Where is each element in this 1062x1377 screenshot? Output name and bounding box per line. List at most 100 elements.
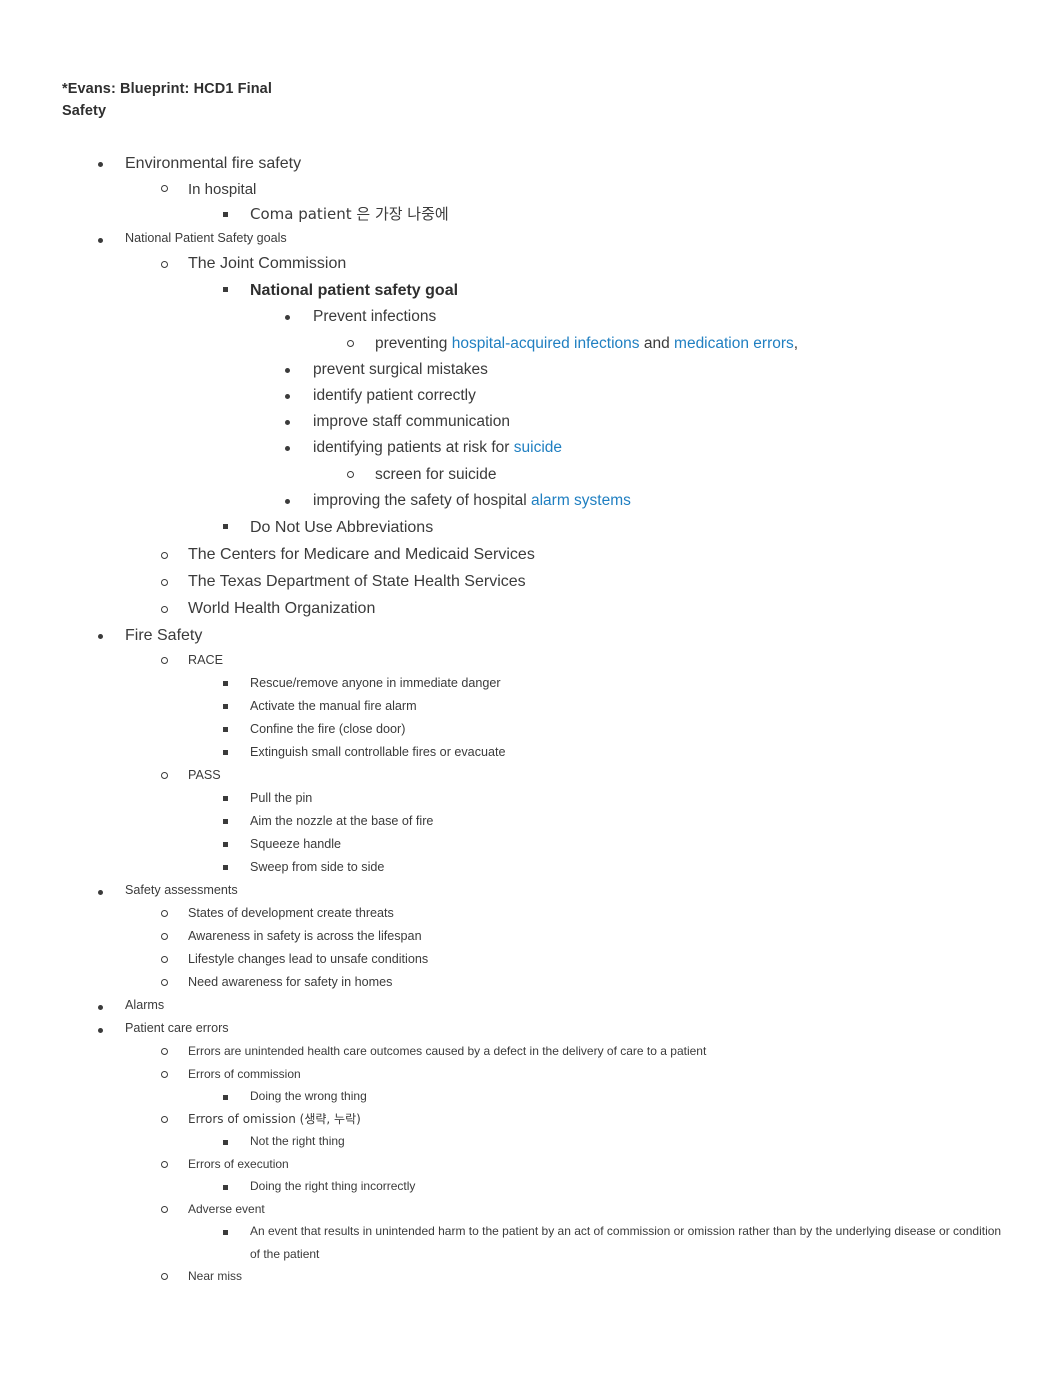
- list-item-label: Prevent infections: [313, 308, 437, 325]
- list-item: The Centers for Medicare and Medicaid Se…: [0, 541, 1062, 568]
- list-item-label: PASS: [188, 768, 221, 782]
- list-item: An event that results in unintended harm…: [0, 1220, 1062, 1265]
- bullet-square-icon: [223, 796, 228, 801]
- bullet-circle-icon: [161, 1206, 168, 1213]
- list-item: Rescue/remove anyone in immediate danger: [0, 672, 1062, 695]
- list-item: RACE: [0, 649, 1062, 672]
- list-item: identify patient correctly: [0, 383, 1062, 409]
- bullet-circle-icon: [161, 1116, 168, 1123]
- list-item-label: The Centers for Medicare and Medicaid Se…: [188, 546, 535, 563]
- list-item-label: Activate the manual fire alarm: [250, 699, 417, 713]
- list-item: Need awareness for safety in homes: [0, 971, 1062, 994]
- bullet-circle-icon: [161, 933, 168, 940]
- link-suicide[interactable]: suicide: [514, 439, 562, 456]
- list-item: National Patient Safety goals: [0, 227, 1062, 250]
- list-item: PASS: [0, 764, 1062, 787]
- list-item-label: identifying patients at risk for suicide: [313, 435, 1062, 461]
- list-item-label: Lifestyle changes lead to unsafe conditi…: [188, 952, 429, 966]
- header-title-line-2: Safety: [62, 103, 107, 119]
- list-item-label: The Texas Department of State Health Ser…: [188, 573, 526, 590]
- bullet-circle-icon: [161, 910, 168, 917]
- list-item-label: identify patient correctly: [313, 387, 476, 404]
- list-item: Safety assessments: [0, 879, 1062, 902]
- bullet-circle-icon: [161, 552, 168, 559]
- list-item-label: Alarms: [125, 998, 165, 1012]
- bullet-disc-icon: [98, 238, 103, 243]
- list-item: In hospital: [0, 177, 1062, 202]
- list-item: World Health Organization: [0, 595, 1062, 622]
- list-item-label: Patient care errors: [125, 1021, 229, 1035]
- list-item-label: Adverse event: [188, 1201, 265, 1216]
- bullet-disc-icon: [98, 890, 103, 895]
- list-item-label: Extinguish small controllable fires or e…: [250, 745, 506, 759]
- bullet-disc-icon: [98, 634, 103, 639]
- list-item: States of development create threats: [0, 902, 1062, 925]
- list-item: The Texas Department of State Health Ser…: [0, 568, 1062, 595]
- bullet-square-icon: [223, 1185, 228, 1190]
- list-item-label: An event that results in unintended harm…: [250, 1224, 1002, 1261]
- list-item-label: preventing hospital-acquired infections …: [375, 330, 1062, 357]
- bullet-disc-icon: [285, 315, 290, 320]
- list-item: Prevent infections: [0, 304, 1062, 330]
- document-page: *Evans: Blueprint: HCD1 Final Safety Env…: [0, 0, 1062, 1377]
- list-item-label: States of development create threats: [188, 906, 394, 920]
- bullet-circle-icon: [161, 1071, 168, 1078]
- bullet-circle-icon: [161, 1273, 168, 1280]
- outline-list: Environmental fire safety In hospital Co…: [0, 150, 1062, 1288]
- bullet-square-icon: [223, 524, 228, 529]
- list-item: Not the right thing: [0, 1130, 1062, 1153]
- list-item-label: World Health Organization: [188, 600, 376, 617]
- list-item: National patient safety goal: [0, 277, 1062, 304]
- list-item: Patient care errors: [0, 1017, 1062, 1040]
- bullet-disc-icon: [285, 368, 290, 373]
- list-item: Pull the pin: [0, 787, 1062, 810]
- text-fragment: ,: [793, 335, 799, 352]
- list-item: Errors of execution: [0, 1153, 1062, 1176]
- list-item: Adverse event: [0, 1198, 1062, 1221]
- bullet-circle-icon: [161, 1161, 168, 1168]
- bullet-square-icon: [223, 750, 228, 755]
- list-item-label: Fire Safety: [125, 627, 203, 644]
- list-item: Extinguish small controllable fires or e…: [0, 741, 1062, 764]
- bullet-circle-icon: [161, 185, 168, 192]
- text-fragment: improving the safety of hospital: [313, 492, 531, 509]
- list-item-label: Environmental fire safety: [125, 155, 302, 172]
- bullet-disc-icon: [285, 394, 290, 399]
- list-item: Doing the wrong thing: [0, 1085, 1062, 1108]
- list-item: Environmental fire safety: [0, 150, 1062, 177]
- list-item: Squeeze handle: [0, 833, 1062, 856]
- bullet-circle-icon: [347, 340, 354, 347]
- bullet-disc-icon: [98, 1005, 103, 1010]
- list-item: Doing the right thing incorrectly: [0, 1175, 1062, 1198]
- bullet-circle-icon: [161, 956, 168, 963]
- list-item: prevent surgical mistakes: [0, 357, 1062, 383]
- list-item-label: Doing the wrong thing: [250, 1089, 367, 1103]
- list-item-label: National Patient Safety goals: [125, 231, 287, 245]
- list-item: Aim the nozzle at the base of fire: [0, 810, 1062, 833]
- bullet-disc-icon: [98, 1028, 103, 1033]
- list-item-label: In hospital: [188, 181, 257, 198]
- bullet-circle-icon: [161, 979, 168, 986]
- list-item-label: Rescue/remove anyone in immediate danger: [250, 676, 501, 690]
- list-item-label: Do Not Use Abbreviations: [250, 519, 434, 536]
- list-item-label: Aim the nozzle at the base of fire: [250, 814, 434, 828]
- bullet-square-icon: [223, 865, 228, 870]
- list-item-label: Errors of execution: [188, 1156, 289, 1171]
- link-hospital-acquired-infections[interactable]: hospital-acquired infections: [452, 335, 640, 352]
- bullet-circle-icon: [161, 772, 168, 779]
- link-medication-errors[interactable]: medication errors: [674, 335, 794, 352]
- list-item: Lifestyle changes lead to unsafe conditi…: [0, 948, 1062, 971]
- list-item-label: Coma patient 은 가장 나중에: [250, 205, 449, 223]
- link-alarm-systems[interactable]: alarm systems: [531, 492, 631, 509]
- list-item: Coma patient 은 가장 나중에: [0, 202, 1062, 227]
- list-item-label: Need awareness for safety in homes: [188, 975, 393, 989]
- list-item-label: The Joint Commission: [188, 255, 347, 272]
- list-item: Do Not Use Abbreviations: [0, 514, 1062, 541]
- bullet-square-icon: [223, 704, 228, 709]
- bullet-circle-icon: [161, 606, 168, 613]
- list-item-label: Near miss: [188, 1269, 243, 1283]
- list-item-label: Errors of omission (생략, 누락): [188, 1111, 361, 1126]
- list-item-label: Squeeze handle: [250, 837, 342, 851]
- bullet-disc-icon: [285, 499, 290, 504]
- text-fragment: preventing: [375, 335, 452, 352]
